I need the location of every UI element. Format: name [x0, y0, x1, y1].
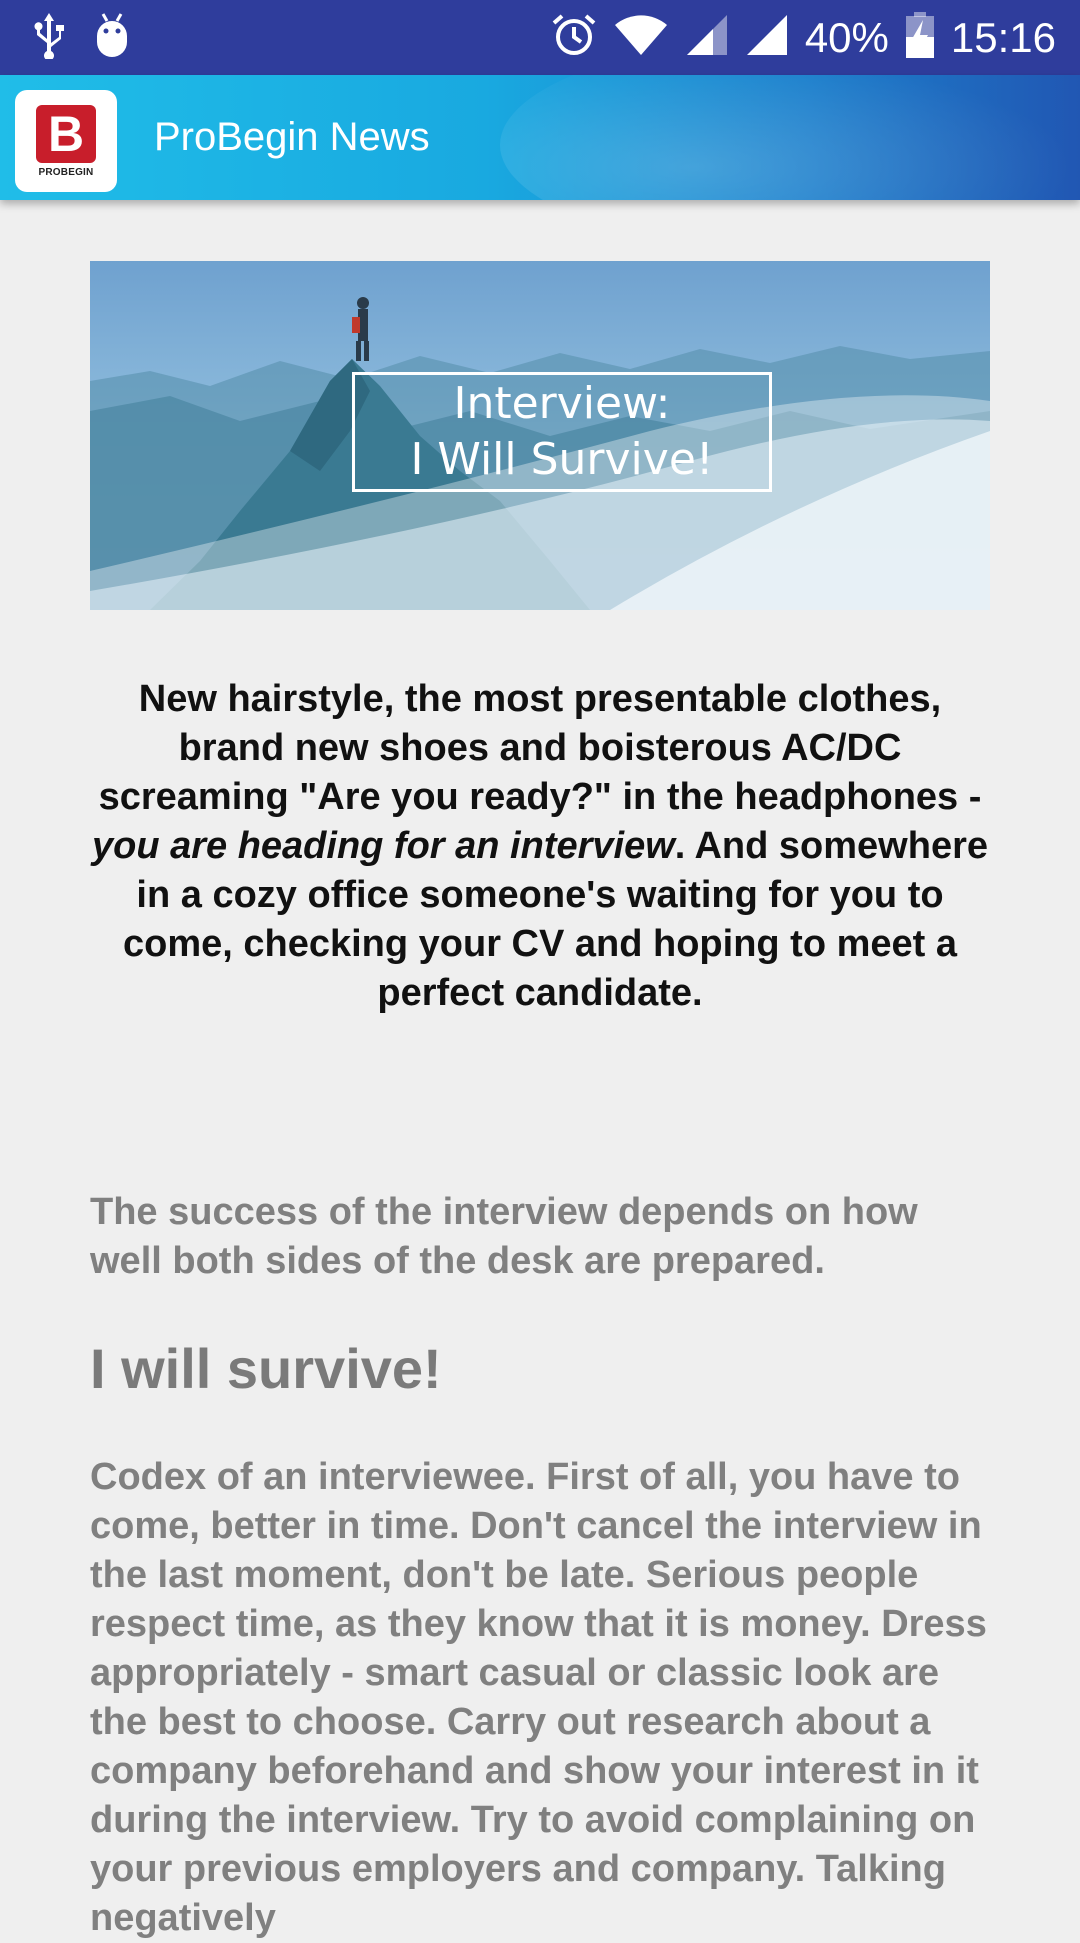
lead-text-italic: you are heading for an interview	[91, 825, 675, 867]
app-title: ProBegin News	[154, 115, 430, 159]
battery-charging-icon	[905, 11, 935, 64]
android-debug-icon	[94, 12, 130, 63]
article-banner-image: Interview: I Will Survive!	[90, 261, 990, 610]
app-bar-decoration	[500, 75, 1080, 200]
article-subtitle: The success of the interview depends on …	[90, 1191, 918, 1282]
wifi-icon	[613, 13, 669, 62]
clock-time: 15:16	[950, 13, 1056, 61]
lead-text-part1: New hairstyle, the most presentable clot…	[98, 678, 982, 818]
app-bar: B PROBEGIN ProBegin News	[0, 75, 1080, 200]
article-lead: New hairstyle, the most presentable clot…	[90, 675, 990, 1018]
banner-title-line1: Interview:	[453, 378, 671, 429]
app-logo[interactable]: B PROBEGIN	[15, 90, 117, 192]
status-bar: 40% 15:16	[0, 0, 1080, 75]
banner-title-box: Interview: I Will Survive!	[352, 372, 772, 492]
banner-title-line2: I Will Survive!	[410, 434, 714, 485]
logo-letter: B	[47, 105, 85, 162]
usb-icon	[32, 11, 66, 64]
logo-text: PROBEGIN	[38, 166, 94, 178]
signal-icon	[685, 13, 729, 62]
battery-percent: 40%	[804, 13, 889, 61]
section-heading: I will survive!	[90, 1337, 442, 1400]
article-body: Codex of an interviewee. First of all, y…	[90, 1456, 987, 1939]
logo-mark: B	[36, 104, 96, 163]
signal-full-icon	[745, 13, 789, 62]
alarm-icon	[551, 12, 597, 63]
